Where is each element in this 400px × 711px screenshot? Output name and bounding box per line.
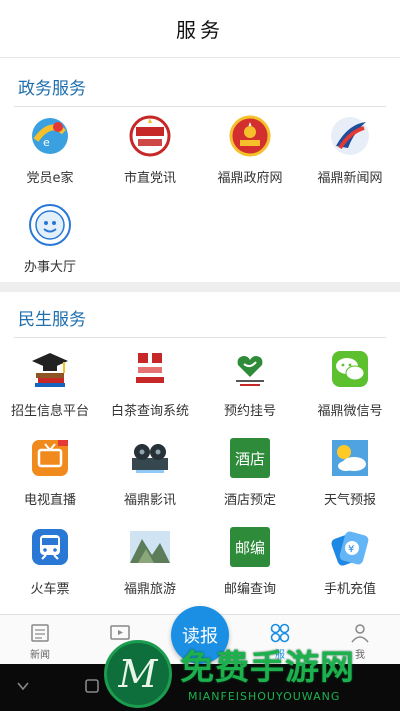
graduation-cap-icon [28,347,72,391]
postcode-icon-text: 邮编 [230,527,270,567]
chevron-down-icon[interactable] [16,678,30,697]
grid-item-label: 邮编查询 [223,582,276,597]
grid-item-train-ticket[interactable]: 火车票 [0,525,100,597]
page-title: 服务 [176,18,224,42]
news-logo-icon [328,114,372,158]
grid-item-label: 福鼎旅游 [123,582,176,597]
people-section-divider [14,337,386,338]
grid-item-label: 福鼎影讯 [123,493,176,508]
grid-item-postcode[interactable]: 邮编 邮编查询 [200,525,300,597]
grid-item-admission-info[interactable]: 招生信息平台 [0,347,100,419]
weather-icon [328,436,372,480]
hospital-heart-icon [228,347,272,391]
grid-item-label: 天气预报 [323,493,376,508]
grid-item-news-website[interactable]: 福鼎新闻网 [300,114,400,186]
grid-item-hotel[interactable]: 酒店 酒店预定 [200,436,300,508]
grid-item-label: 福鼎新闻网 [317,171,383,186]
hotel-icon-text: 酒店 [230,438,270,478]
grid-item-label: 招生信息平台 [10,404,89,419]
grid-item-appointment[interactable]: 预约挂号 [200,347,300,419]
grid-item-label: 市直党讯 [123,171,176,186]
government-emblem-icon [228,114,272,158]
tab-mine-label: 我 [355,650,365,661]
news-icon [29,623,51,643]
section-separator [0,282,400,292]
grid-item-label: 火车票 [30,582,70,597]
svg-text:¥: ¥ [348,544,354,555]
postcode-icon: 邮编 [228,525,272,569]
back-square-icon[interactable] [84,678,100,698]
watermark-subtext: MIANFEISHOUYOUWANG [188,690,341,703]
grid-item-party-news[interactable]: 市直党讯 [100,114,200,186]
grid-item-label: 手机充值 [323,582,376,597]
tab-news-label: 新闻 [30,650,50,661]
grid-item-gov-website[interactable]: 福鼎政府网 [200,114,300,186]
party-news-icon [128,114,172,158]
svg-text:e: e [43,136,50,149]
people-section-title: 民生服务 [18,310,86,330]
train-icon [28,525,72,569]
party-member-home-icon: e [28,114,72,158]
grid-item-weather[interactable]: 天气预报 [300,436,400,508]
grid-item-label: 福鼎政府网 [217,171,283,186]
wechat-icon [328,347,372,391]
hotel-icon: 酒店 [228,436,272,480]
grid-item-white-tea[interactable]: 白茶查询系统 [100,347,200,419]
grid-item-travel[interactable]: 福鼎旅游 [100,525,200,597]
phone-recharge-icon: ¥ [328,525,372,569]
tab-news[interactable]: 新闻 [10,623,70,661]
travel-landscape-icon [128,525,172,569]
gov-section-title: 政务服务 [18,79,86,99]
grid-item-label: 电视直播 [23,493,76,508]
service-hall-seal-icon [28,203,72,247]
watermark-logo: M [104,640,172,708]
grid-item-label: 办事大厅 [23,260,76,275]
grid-item-label: 党员e家 [26,171,74,186]
grid-item-label: 福鼎微信号 [317,404,383,419]
film-reel-icon [128,436,172,480]
grid-item-wechat[interactable]: 福鼎微信号 [300,347,400,419]
tv-live-icon [28,436,72,480]
grid-item-film-news[interactable]: 福鼎影讯 [100,436,200,508]
grid-item-label: 酒店预定 [223,493,276,508]
grid-item-party-member[interactable]: e 党员e家 [0,114,100,186]
grid-item-label: 预约挂号 [223,404,276,419]
grid-item-service-hall[interactable]: 办事大厅 [0,203,100,275]
gov-section-divider [14,106,386,107]
grid-item-phone-recharge[interactable]: ¥ 手机充值 [300,525,400,597]
white-tea-icon [128,347,172,391]
watermark-text: 免费手游网 [180,648,355,688]
grid-item-tv-live[interactable]: 电视直播 [0,436,100,508]
video-icon [109,623,131,643]
grid-item-label: 白茶查询系统 [110,404,189,419]
page-header: 服务 [0,0,400,58]
